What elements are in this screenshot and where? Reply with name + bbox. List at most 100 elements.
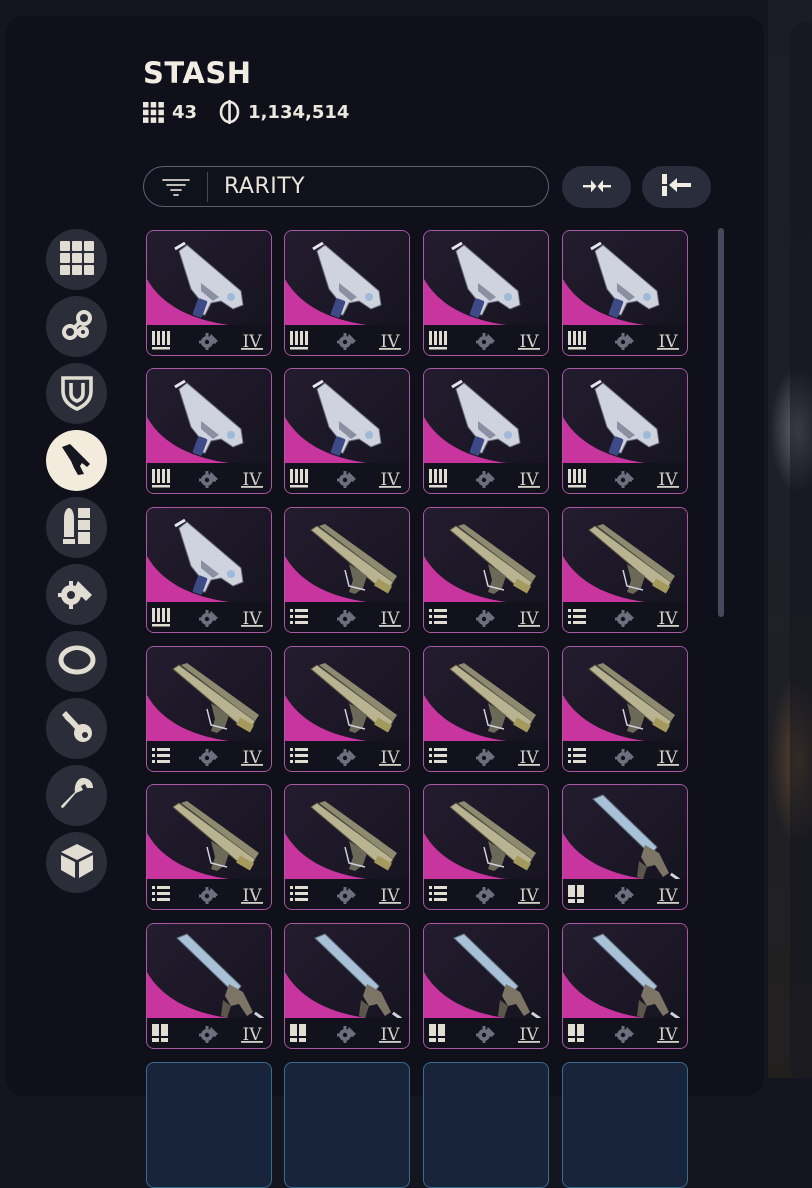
category-gadgets[interactable] (46, 631, 107, 692)
rifle-weapon-icon (310, 663, 397, 733)
magazine-icon (290, 609, 308, 624)
item-card[interactable] (284, 1062, 410, 1188)
item-card[interactable]: IV (146, 784, 272, 910)
filter-icon (144, 171, 208, 202)
bullets-icon (429, 331, 447, 350)
rifle-weapon-icon (449, 663, 536, 733)
item-info-bar: IV (147, 741, 271, 771)
mod-slot-icon (615, 887, 634, 904)
item-card[interactable]: IV (423, 646, 549, 772)
tier-badge: IV (657, 748, 679, 767)
stack-left-button[interactable] (642, 166, 711, 208)
shells-icon (429, 1024, 445, 1042)
magazine-icon (290, 886, 308, 901)
tier-badge: IV (518, 748, 540, 767)
rifle-weapon-icon (449, 801, 536, 871)
bullets-icon (152, 608, 170, 627)
tier-badge: IV (518, 332, 540, 351)
tier-badge: IV (379, 332, 401, 351)
tier-badge: IV (657, 1025, 679, 1044)
category-keys[interactable] (46, 698, 107, 759)
item-card[interactable]: IV (284, 923, 410, 1049)
item-info-bar: IV (147, 1018, 271, 1048)
item-card[interactable]: IV (284, 230, 410, 356)
tier-badge: IV (518, 609, 540, 628)
collapse-button[interactable] (562, 166, 631, 208)
tier-badge: IV (657, 886, 679, 905)
shells-icon (290, 1024, 306, 1042)
background-scene (768, 0, 812, 1082)
mod-slot-icon (199, 471, 218, 488)
smg-weapon-icon (174, 379, 244, 456)
tier-badge: IV (241, 1025, 263, 1044)
item-card[interactable]: IV (562, 368, 688, 494)
item-card[interactable]: IV (423, 507, 549, 633)
item-info-bar: IV (285, 463, 409, 493)
rifle-weapon-icon (588, 524, 675, 594)
category-ammo[interactable] (46, 497, 107, 558)
item-card[interactable]: IV (423, 784, 549, 910)
item-info-bar: IV (563, 1018, 687, 1048)
item-info-bar: IV (563, 325, 687, 355)
sort-dropdown[interactable]: RARITY (143, 166, 549, 207)
item-card[interactable]: IV (423, 230, 549, 356)
smg-weapon-icon (590, 241, 660, 318)
page-title: STASH (143, 56, 252, 90)
item-info-bar: IV (424, 1018, 548, 1048)
item-card[interactable]: IV (284, 784, 410, 910)
item-card[interactable]: IV (423, 923, 549, 1049)
item-card[interactable] (562, 1062, 688, 1188)
item-card[interactable]: IV (146, 507, 272, 633)
item-card[interactable]: IV (284, 646, 410, 772)
item-card[interactable] (423, 1062, 549, 1188)
category-armor[interactable] (46, 363, 107, 424)
magazine-icon (152, 748, 170, 763)
gear-blade-icon (56, 575, 96, 615)
mod-slot-icon (476, 749, 495, 766)
item-card[interactable]: IV (562, 784, 688, 910)
item-card[interactable]: IV (146, 923, 272, 1049)
category-tools[interactable] (46, 765, 107, 826)
item-info-bar: IV (147, 325, 271, 355)
smg-weapon-icon (451, 241, 521, 318)
item-card[interactable]: IV (284, 507, 410, 633)
item-card[interactable]: IV (146, 368, 272, 494)
mod-slot-icon (615, 333, 634, 350)
item-card[interactable]: IV (146, 230, 272, 356)
bullets-icon (152, 331, 170, 350)
category-attachments[interactable] (46, 296, 107, 357)
mod-slot-icon (337, 471, 356, 488)
item-info-bar: IV (563, 741, 687, 771)
item-card[interactable] (146, 1062, 272, 1188)
scrollbar[interactable] (718, 228, 724, 617)
item-card[interactable]: IV (284, 368, 410, 494)
smg-weapon-icon (174, 241, 244, 318)
category-weapons[interactable] (46, 430, 107, 491)
grid-icon (143, 101, 164, 123)
mod-slot-icon (337, 610, 356, 627)
launcher-weapon-icon (176, 933, 264, 1020)
item-info-bar: IV (285, 1018, 409, 1048)
magazine-icon (429, 609, 447, 624)
item-info-bar: IV (424, 463, 548, 493)
item-card[interactable]: IV (562, 923, 688, 1049)
item-card[interactable]: IV (562, 646, 688, 772)
item-card[interactable]: IV (562, 507, 688, 633)
item-info-bar: IV (147, 602, 271, 632)
item-card[interactable]: IV (146, 646, 272, 772)
stash-stats: 43 1,134,514 (143, 98, 371, 126)
tier-badge: IV (241, 609, 263, 628)
pistol-icon (60, 442, 94, 480)
mod-slot-icon (476, 471, 495, 488)
category-crates[interactable] (46, 832, 107, 893)
magazine-icon (568, 748, 586, 763)
mod-slot-icon (199, 610, 218, 627)
currency-icon (219, 100, 240, 124)
mod-slot-icon (199, 887, 218, 904)
item-card[interactable]: IV (423, 368, 549, 494)
mod-slot-icon (199, 1026, 218, 1043)
category-mods[interactable] (46, 564, 107, 625)
category-all-items[interactable] (46, 229, 107, 290)
item-card[interactable]: IV (562, 230, 688, 356)
item-info-bar: IV (424, 325, 548, 355)
